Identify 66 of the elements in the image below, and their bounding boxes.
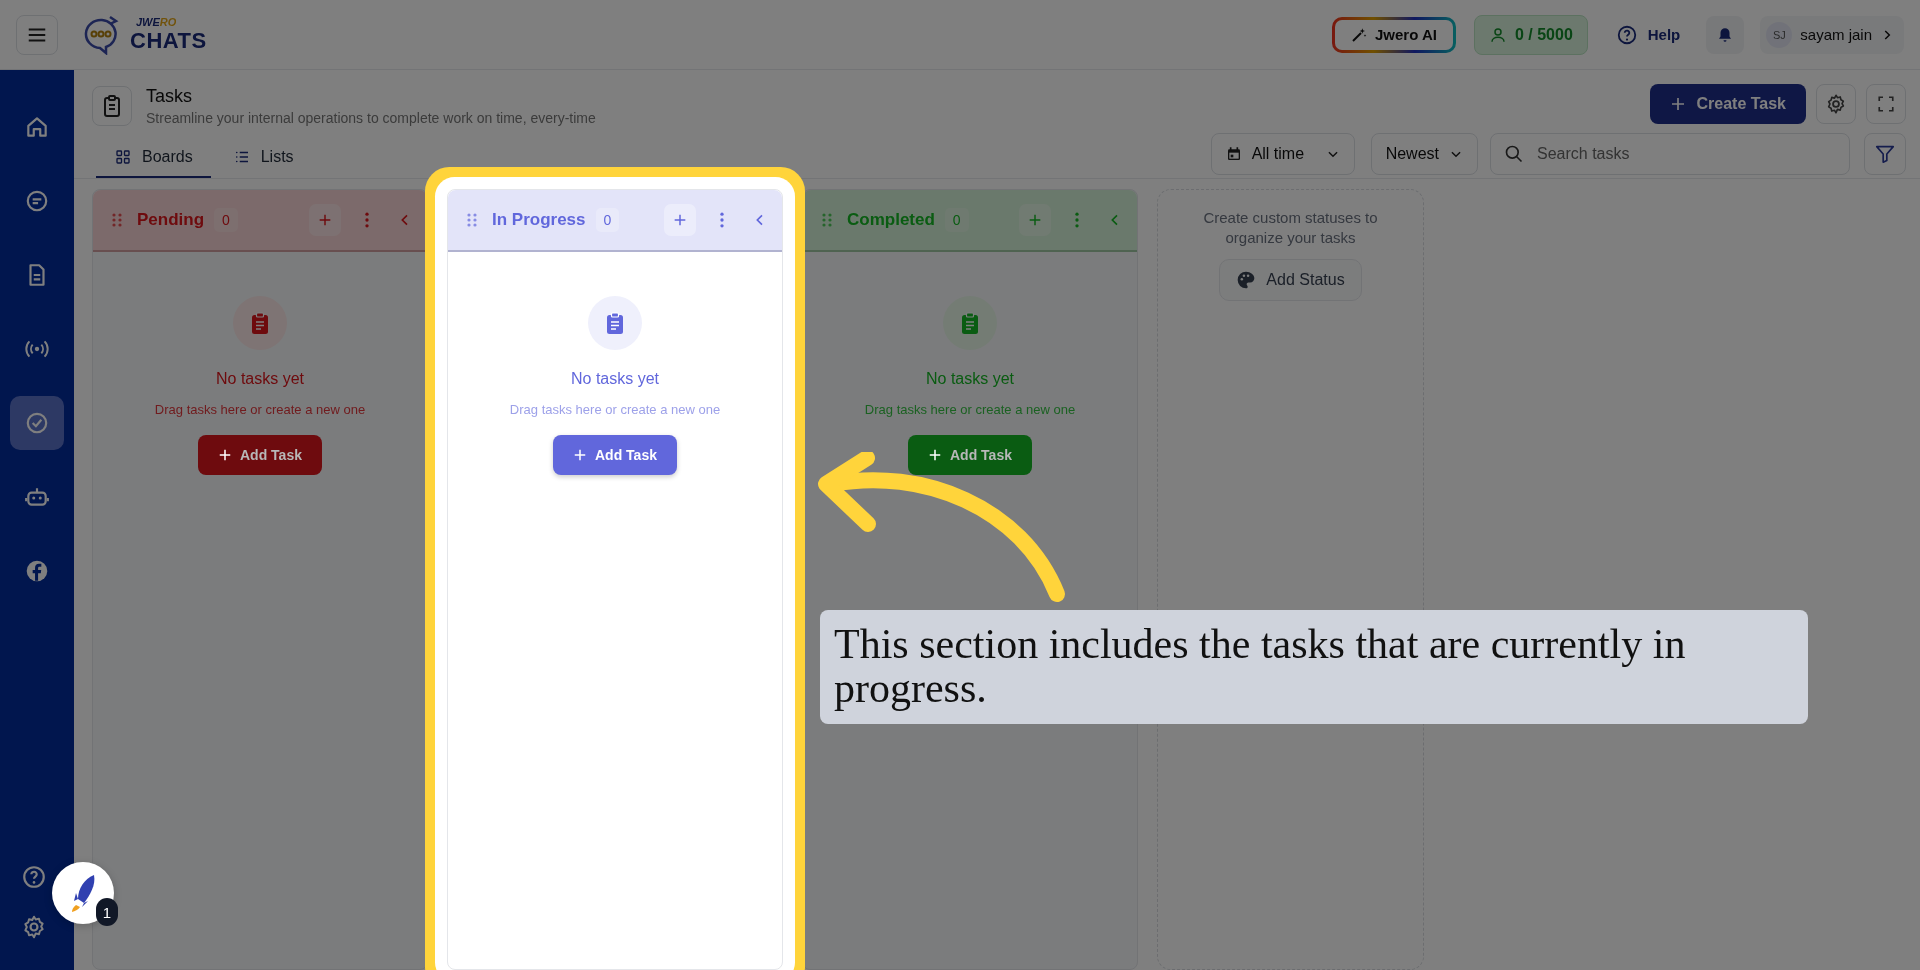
settings-icon	[1825, 93, 1847, 115]
help-link[interactable]: Help	[1605, 23, 1691, 46]
column-title: Completed	[847, 210, 935, 230]
page-title: Tasks	[146, 86, 193, 107]
add-task-button[interactable]: Add Task	[553, 435, 677, 475]
date-filter-dropdown[interactable]: All time	[1210, 133, 1355, 175]
facebook-icon	[24, 558, 50, 584]
drag-handle-icon	[821, 212, 833, 228]
help-icon	[21, 864, 47, 890]
plus-icon	[1670, 96, 1687, 112]
add-task-button[interactable]: Add Task	[908, 435, 1032, 475]
add-task-button[interactable]: Add Task	[198, 435, 322, 475]
plus-icon	[573, 448, 587, 462]
help-icon	[1615, 23, 1638, 46]
fullscreen-icon	[1877, 95, 1895, 113]
filter-icon	[1874, 143, 1896, 165]
empty-title: No tasks yet	[926, 370, 1014, 388]
plus-icon	[218, 448, 232, 462]
empty-title: No tasks yet	[216, 370, 304, 388]
fullscreen-button[interactable]	[1866, 84, 1906, 124]
drag-handle-icon	[111, 212, 123, 228]
add-status-button[interactable]: Add Status	[1219, 259, 1362, 301]
plus-icon	[1027, 212, 1043, 228]
notification-badge: 1	[96, 898, 118, 926]
user-menu-button[interactable]: SJ sayam jain	[1760, 15, 1904, 54]
column-title: In Progress	[492, 210, 586, 230]
person-icon	[1488, 25, 1507, 44]
page-subtitle: Streamline your internal operations to complete work on time, every-time	[146, 110, 596, 126]
logo-tagline: JWERO	[136, 15, 177, 28]
check-circle-icon	[24, 410, 50, 436]
task-count: 0	[595, 208, 620, 232]
chat-bubble-icon	[24, 188, 50, 214]
user-avatar: SJ	[1766, 21, 1793, 48]
task-count: 0	[214, 208, 238, 232]
settings-icon	[21, 914, 47, 940]
sort-dropdown[interactable]: Newest	[1370, 133, 1478, 175]
palette-icon	[1236, 270, 1257, 290]
add-button[interactable]	[309, 204, 341, 236]
empty-hint: Drag tasks here or create a new one	[509, 402, 721, 417]
create-task-button[interactable]: Create Task	[1650, 84, 1806, 124]
view-tab[interactable]: Lists	[214, 148, 312, 178]
add-button[interactable]	[664, 204, 696, 236]
task-count: 0	[944, 208, 969, 232]
calendar-icon	[1225, 146, 1242, 162]
tutorial-callout: This section includes the tasks that are currently in progress.	[820, 610, 1808, 725]
logo-text: CHATS	[130, 27, 207, 54]
empty-hint: Drag tasks here or create a new one	[154, 402, 366, 417]
empty-hint: Drag tasks here or create a new one	[864, 402, 1076, 417]
filter-button[interactable]	[1864, 133, 1906, 175]
sidebar-item[interactable]	[10, 396, 64, 450]
plus-icon	[672, 212, 688, 228]
search-field[interactable]: Search tasks	[1490, 133, 1850, 175]
magic-wand-icon	[1351, 26, 1367, 43]
drag-handle-icon	[466, 212, 478, 228]
grid-icon	[114, 148, 132, 166]
contacts-count: 0 / 5000	[1514, 25, 1573, 44]
empty-title: No tasks yet	[571, 370, 659, 388]
column-title: Pending	[137, 210, 205, 230]
view-tab[interactable]: Boards	[96, 148, 211, 178]
notifications-button[interactable]	[1706, 15, 1745, 54]
plus-icon	[928, 448, 942, 462]
home-icon	[24, 114, 50, 140]
settings-button[interactable]	[1816, 84, 1856, 124]
add-status-hint: Create custom statuses to organize your tasks	[1202, 208, 1379, 247]
plus-icon	[317, 212, 333, 228]
menu-button[interactable]	[16, 14, 58, 55]
